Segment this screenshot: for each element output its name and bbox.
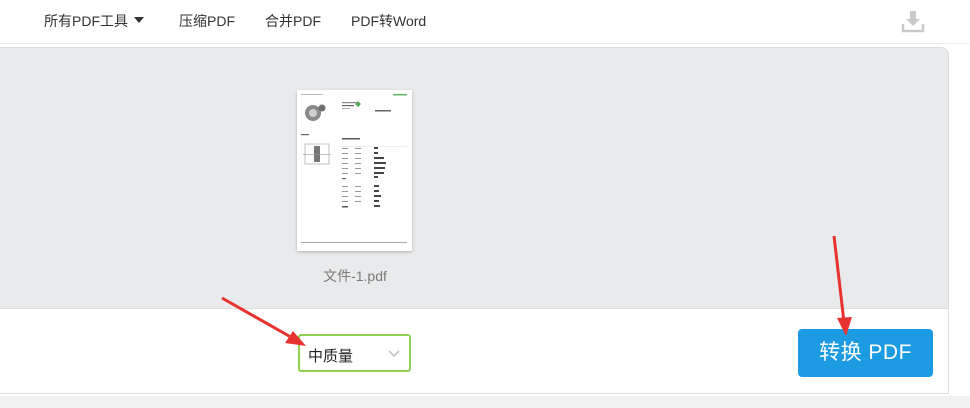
quality-select[interactable]: 中质量: [298, 334, 411, 372]
nav-all-pdf-tools[interactable]: 所有PDF工具: [44, 12, 144, 30]
nav-merge-pdf[interactable]: 合并PDF: [265, 12, 321, 30]
quality-select-value: 中质量: [308, 348, 354, 365]
file-workspace: 文件-1.pdf: [0, 47, 949, 309]
top-nav-bar: 所有PDF工具 压缩PDF 合并PDF PDF转Word: [0, 0, 970, 44]
conversion-options-bar: 中质量 转换 PDF: [0, 310, 949, 394]
file-name-label: 文件-1.pdf: [323, 268, 387, 284]
convert-pdf-button[interactable]: 转换 PDF: [798, 329, 933, 377]
nav-pdf-to-word[interactable]: PDF转Word: [351, 12, 426, 30]
nav-compress-pdf[interactable]: 压缩PDF: [179, 12, 235, 30]
bottom-strip: [0, 396, 970, 408]
chevron-down-icon: [388, 350, 400, 358]
pdf-page-preview: [301, 94, 407, 243]
nav-all-pdf-tools-label: 所有PDF工具: [44, 13, 128, 29]
download-button[interactable]: [900, 8, 926, 34]
pdf-file-thumbnail[interactable]: [297, 90, 412, 251]
download-icon: [901, 11, 925, 33]
caret-down-icon: [134, 17, 144, 24]
